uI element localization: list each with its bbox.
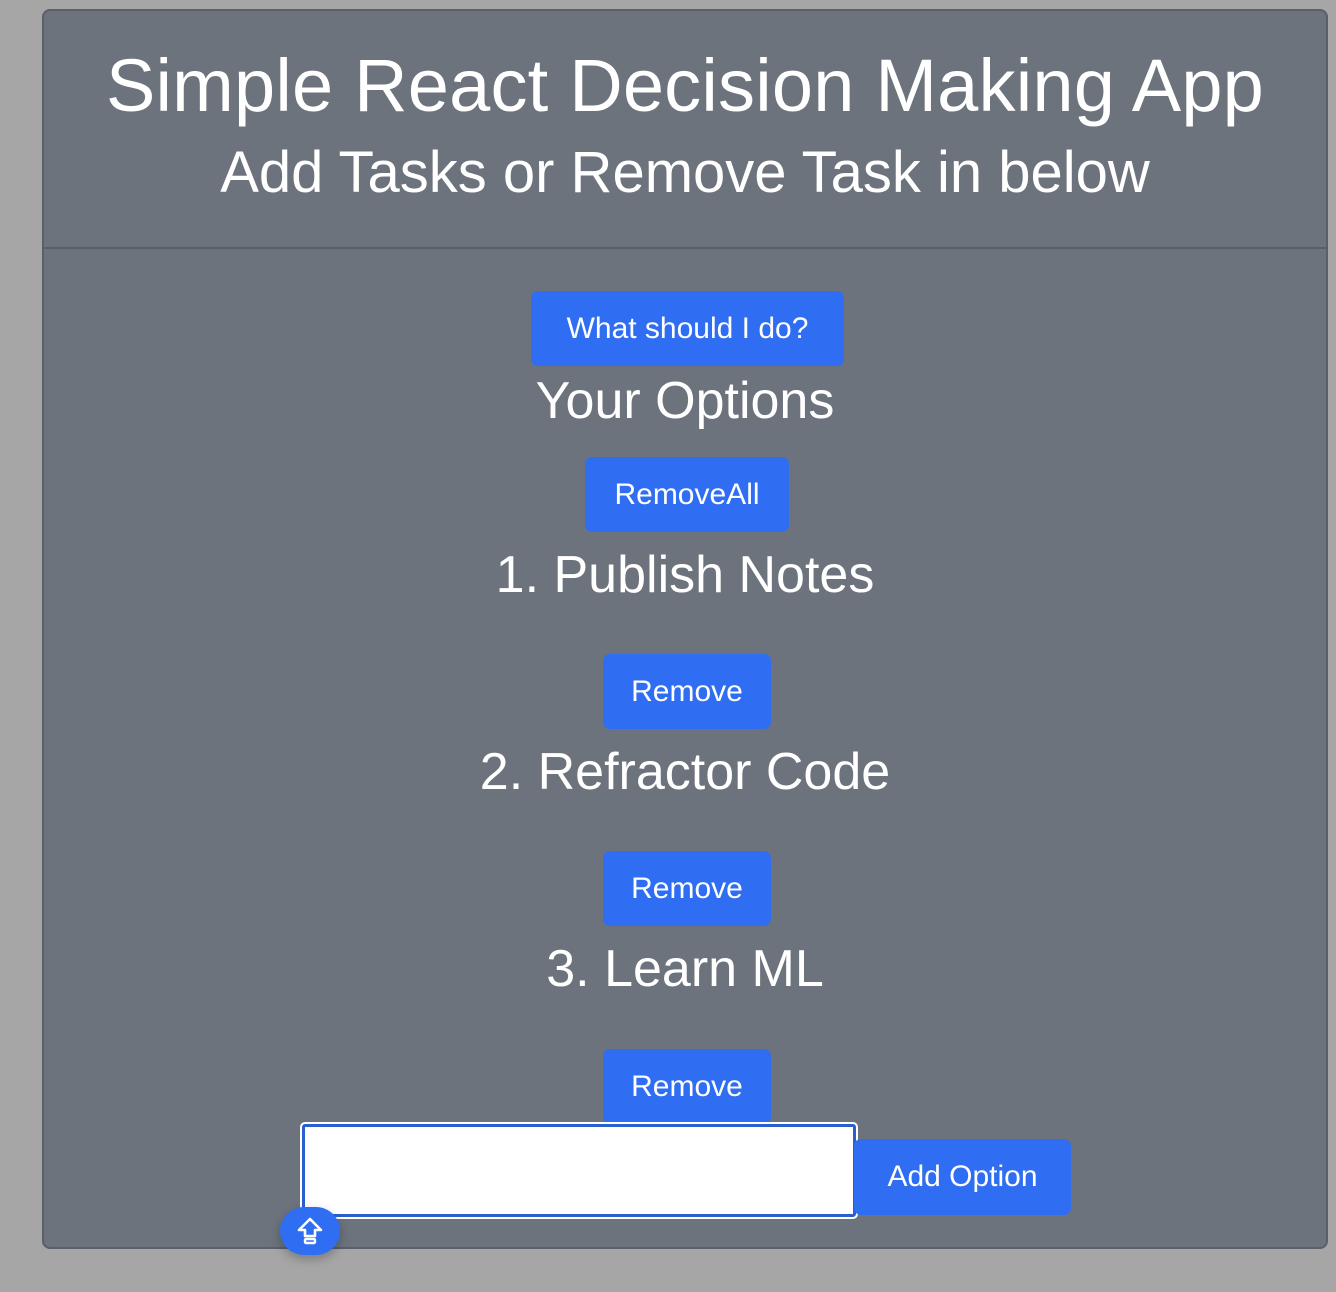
what-should-i-do-button[interactable]: What should I do? bbox=[531, 291, 844, 366]
card-header: Simple React Decision Making App Add Tas… bbox=[44, 11, 1326, 249]
option-item-3: 3. Learn ML bbox=[546, 940, 824, 998]
app-subtitle: Add Tasks or Remove Task in below bbox=[220, 140, 1150, 205]
upload-arrow-icon bbox=[297, 1217, 323, 1245]
option-item-1: 1. Publish Notes bbox=[495, 546, 875, 604]
option-item-2: 2. Refractor Code bbox=[479, 743, 891, 801]
remove-option-2-button[interactable]: Remove bbox=[603, 851, 771, 926]
option-input[interactable] bbox=[300, 1122, 858, 1219]
add-option-button[interactable]: Add Option bbox=[854, 1139, 1071, 1215]
remove-all-button[interactable]: RemoveAll bbox=[585, 457, 789, 532]
app-title: Simple React Decision Making App bbox=[105, 44, 1265, 127]
options-heading: Your Options bbox=[535, 372, 835, 430]
remove-option-3-button[interactable]: Remove bbox=[603, 1049, 771, 1124]
app-card: Simple React Decision Making App Add Tas… bbox=[42, 9, 1328, 1249]
floating-upload-button[interactable] bbox=[280, 1207, 340, 1255]
remove-option-1-button[interactable]: Remove bbox=[603, 654, 771, 729]
